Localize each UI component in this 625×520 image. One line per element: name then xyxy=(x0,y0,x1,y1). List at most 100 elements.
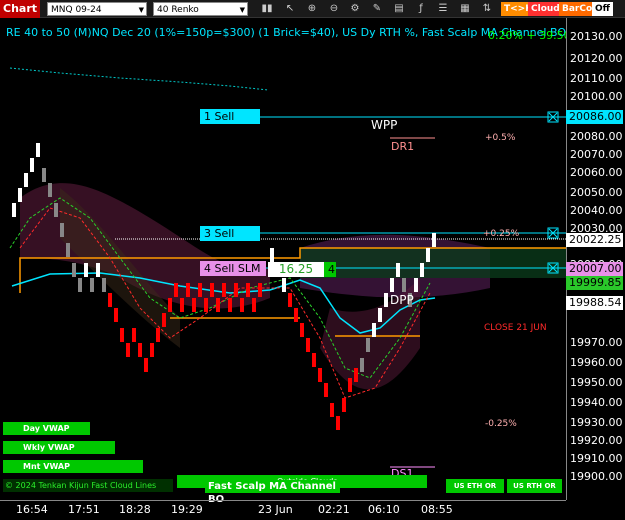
chart-trader-icon[interactable]: ⇅ xyxy=(480,2,494,16)
pointer-icon[interactable]: ↖ xyxy=(283,2,297,16)
renko-brick xyxy=(168,298,172,312)
renko-brick xyxy=(156,328,160,342)
renko-brick xyxy=(120,328,124,342)
renko-brick xyxy=(84,263,88,277)
dr1-label: DR1 xyxy=(391,140,415,153)
header-pl: 0.20% + 39.50 xyxy=(488,29,571,42)
renko-brick xyxy=(432,233,436,247)
us-eth-or-button[interactable]: US ETH OR xyxy=(446,479,504,493)
instrument-value: MNQ 09-24 xyxy=(51,5,102,15)
sell-lmt-3-tag[interactable]: 3 Sell LMT xyxy=(200,226,260,255)
renko-brick xyxy=(48,183,52,197)
renko-brick xyxy=(354,368,358,382)
price-label: 20050.00 xyxy=(570,186,623,199)
chevron-down-icon: ▼ xyxy=(239,6,245,14)
renko-brick xyxy=(378,308,382,322)
price-label: 19970.00 xyxy=(570,336,623,349)
mnt-vwap-button[interactable]: Mnt VWAP xyxy=(3,460,143,473)
price-label: 19900.00 xyxy=(570,470,623,483)
zoom-in-icon[interactable]: ⊕ xyxy=(305,2,319,16)
time-label: 16:54 xyxy=(16,503,48,516)
renko-brick xyxy=(66,243,70,257)
renko-brick xyxy=(312,353,316,367)
chart-toolbar: Chart MNQ 09-24 ▼ 40 Renko ▼ ▮▮ ↖ ⊕ ⊖ ⚙ … xyxy=(0,0,625,18)
renko-brick xyxy=(150,343,154,357)
price-label: 19930.00 xyxy=(570,416,623,429)
plus-05-label: +0.5% xyxy=(485,133,516,143)
renko-brick xyxy=(138,343,142,357)
renko-brick xyxy=(336,416,340,430)
channel-zone xyxy=(300,248,566,278)
renko-brick xyxy=(78,278,82,292)
draw-tool-icon[interactable]: ✎ xyxy=(370,2,384,16)
renko-brick xyxy=(198,283,202,297)
bar-type-select[interactable]: 40 Renko ▼ xyxy=(153,2,248,16)
data-box-icon[interactable]: ▦ xyxy=(458,2,472,16)
off-toggle[interactable]: Off xyxy=(592,2,613,16)
price-label: 19910.00 xyxy=(570,452,623,465)
strategy-icon[interactable]: ☰ xyxy=(436,2,450,16)
price-label: 20120.00 xyxy=(570,52,623,65)
price-tag-low: 19988.54 xyxy=(566,296,623,310)
renko-brick xyxy=(282,278,286,292)
bars-icon[interactable]: ▮▮ xyxy=(260,2,274,16)
price-tag-sell-lmt-1: 20086.00 xyxy=(566,110,623,124)
sell-lmt-1-tag[interactable]: 1 Sell LMT xyxy=(200,109,260,138)
renko-brick xyxy=(96,263,100,277)
time-label: 23 Jun xyxy=(258,503,293,516)
instrument-select[interactable]: MNQ 09-24 ▼ xyxy=(47,2,147,16)
renko-brick xyxy=(24,173,28,187)
time-label: 17:51 xyxy=(68,503,100,516)
properties-icon[interactable]: ⚙ xyxy=(348,2,362,16)
zoom-out-icon[interactable]: ⊖ xyxy=(327,2,341,16)
time-label: 02:21 xyxy=(318,503,350,516)
price-label: 19950.00 xyxy=(570,376,623,389)
renko-brick xyxy=(324,383,328,397)
time-label: 06:10 xyxy=(368,503,400,516)
renko-brick xyxy=(222,283,226,297)
renko-brick xyxy=(108,293,112,307)
sell-slm-4-tag[interactable]: 4 Sell SLM xyxy=(200,261,266,276)
bar-type-value: 40 Renko xyxy=(157,5,199,15)
renko-brick xyxy=(252,298,256,312)
renko-brick xyxy=(216,298,220,312)
renko-brick xyxy=(36,143,40,157)
price-label: 19960.00 xyxy=(570,356,623,369)
price-label: 20100.00 xyxy=(570,90,623,103)
renko-brick xyxy=(114,308,118,322)
renko-brick xyxy=(402,278,406,292)
price-label: 20060.00 xyxy=(570,166,623,179)
template-icon[interactable]: ▤ xyxy=(392,2,406,16)
qty-box: 4 xyxy=(324,262,336,277)
price-label: 20070.00 xyxy=(570,148,623,161)
us-rth-or-button[interactable]: US RTH OR xyxy=(507,479,562,493)
renko-brick xyxy=(180,298,184,312)
renko-brick xyxy=(60,223,64,237)
renko-brick xyxy=(162,313,166,327)
renko-brick xyxy=(90,278,94,292)
price-label: 20040.00 xyxy=(570,204,623,217)
indicator-icon[interactable]: ƒ xyxy=(414,2,428,16)
renko-brick xyxy=(102,278,106,292)
fast-scalp-button[interactable]: Fast Scalp MA Channel BO xyxy=(205,480,340,505)
chevron-down-icon: ▼ xyxy=(138,6,144,14)
wkly-vwap-button[interactable]: Wkly VWAP xyxy=(3,441,115,454)
renko-brick xyxy=(210,283,214,297)
price-label: 20130.00 xyxy=(570,30,623,43)
price-label: 20080.00 xyxy=(570,130,623,143)
renko-brick xyxy=(306,338,310,352)
renko-brick xyxy=(330,403,334,417)
time-label: 08:55 xyxy=(421,503,453,516)
price-label: 19940.00 xyxy=(570,396,623,409)
day-vwap-button[interactable]: Day VWAP xyxy=(3,422,90,435)
renko-brick xyxy=(72,263,76,277)
dashed-cyan-line xyxy=(9,67,269,91)
cloud-toggle[interactable]: Cloud xyxy=(528,2,563,16)
minus-025-label: -0.25% xyxy=(485,419,517,429)
renko-brick xyxy=(294,308,298,322)
renko-brick xyxy=(54,203,58,217)
renko-brick xyxy=(372,323,376,337)
renko-brick xyxy=(30,158,34,172)
renko-brick xyxy=(186,283,190,297)
pnl-box: 16.25 xyxy=(268,262,324,277)
